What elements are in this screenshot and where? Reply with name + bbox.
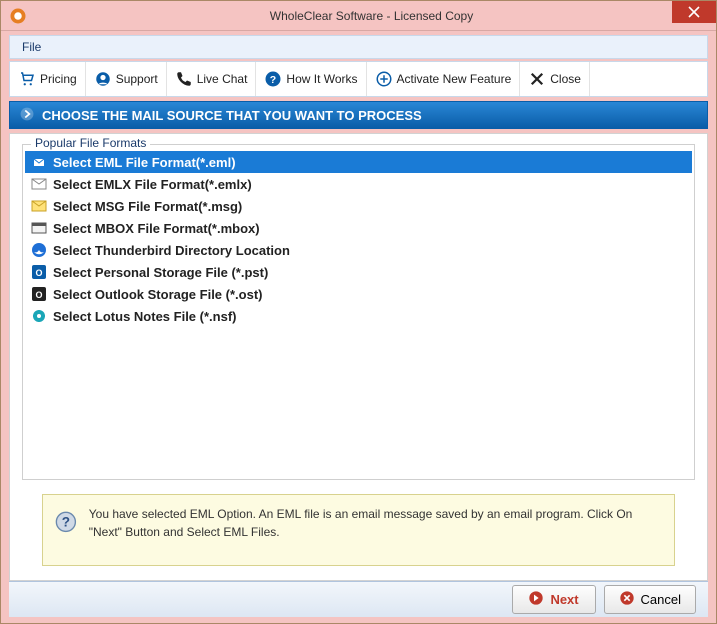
toolbar: Pricing Support Live Chat ? How It Works… [9, 61, 708, 97]
next-arrow-icon [528, 590, 544, 609]
support-label: Support [116, 72, 158, 86]
info-box: ? You have selected EML Option. An EML f… [42, 494, 675, 566]
fieldset-legend: Popular File Formats [31, 136, 150, 150]
pst-icon: O [31, 264, 47, 280]
howitworks-label: How It Works [286, 72, 357, 86]
svg-text:?: ? [62, 515, 70, 530]
x-icon [528, 70, 546, 88]
cancel-button[interactable]: Cancel [604, 585, 696, 614]
format-option[interactable]: Select Lotus Notes File (*.nsf) [25, 305, 692, 327]
support-button[interactable]: Support [86, 62, 167, 96]
format-option-label: Select EMLX File Format(*.emlx) [53, 177, 252, 192]
emlx-icon [31, 176, 47, 192]
content-panel: Popular File Formats Select EML File For… [9, 133, 708, 581]
format-option-label: Select MBOX File Format(*.mbox) [53, 221, 260, 236]
eml-icon [31, 154, 47, 170]
pricing-label: Pricing [40, 72, 77, 86]
section-header: CHOOSE THE MAIL SOURCE THAT YOU WANT TO … [9, 101, 708, 129]
menu-file[interactable]: File [16, 38, 47, 56]
format-option[interactable]: Select EML File Format(*.eml) [25, 151, 692, 173]
menubar: File [9, 35, 708, 59]
livechat-label: Live Chat [197, 72, 248, 86]
format-option[interactable]: O Select Personal Storage File (*.pst) [25, 261, 692, 283]
format-option-label: Select EML File Format(*.eml) [53, 155, 236, 170]
format-option-label: Select Thunderbird Directory Location [53, 243, 290, 258]
section-header-text: CHOOSE THE MAIL SOURCE THAT YOU WANT TO … [42, 108, 422, 123]
arrow-right-icon [20, 107, 34, 124]
info-question-icon: ? [55, 511, 77, 539]
pricing-button[interactable]: Pricing [10, 62, 86, 96]
svg-text:O: O [35, 290, 42, 300]
info-text: You have selected EML Option. An EML fil… [89, 505, 662, 541]
format-option-label: Select Outlook Storage File (*.ost) [53, 287, 262, 302]
window-close-button[interactable] [672, 1, 716, 23]
plus-circle-icon [375, 70, 393, 88]
activate-button[interactable]: Activate New Feature [367, 62, 521, 96]
svg-text:O: O [35, 268, 42, 278]
howitworks-button[interactable]: ? How It Works [256, 62, 366, 96]
format-option-list: Select EML File Format(*.eml) Select EMLX… [25, 151, 692, 327]
activate-label: Activate New Feature [397, 72, 512, 86]
format-option[interactable]: Select EMLX File Format(*.emlx) [25, 173, 692, 195]
msg-icon [31, 198, 47, 214]
ost-icon: O [31, 286, 47, 302]
footer-bar: Next Cancel [9, 581, 708, 617]
format-option[interactable]: Select MSG File Format(*.msg) [25, 195, 692, 217]
close-icon [688, 6, 700, 18]
next-label: Next [550, 592, 578, 607]
toolbar-close-label: Close [550, 72, 581, 86]
thunderbird-icon [31, 242, 47, 258]
svg-text:?: ? [270, 74, 276, 86]
cancel-icon [619, 590, 635, 609]
cancel-label: Cancel [641, 592, 681, 607]
format-option[interactable]: Select MBOX File Format(*.mbox) [25, 217, 692, 239]
livechat-button[interactable]: Live Chat [167, 62, 257, 96]
question-icon: ? [264, 70, 282, 88]
file-formats-fieldset: Popular File Formats Select EML File For… [22, 144, 695, 480]
toolbar-close-button[interactable]: Close [520, 62, 590, 96]
headset-icon [94, 70, 112, 88]
window-title: WholeClear Software - Licensed Copy [27, 9, 716, 23]
next-button[interactable]: Next [512, 585, 596, 614]
cart-icon [18, 70, 36, 88]
phone-icon [175, 70, 193, 88]
format-option-label: Select Personal Storage File (*.pst) [53, 265, 268, 280]
format-option[interactable]: O Select Outlook Storage File (*.ost) [25, 283, 692, 305]
format-option-label: Select MSG File Format(*.msg) [53, 199, 242, 214]
format-option[interactable]: Select Thunderbird Directory Location [25, 239, 692, 261]
titlebar: WholeClear Software - Licensed Copy [1, 1, 716, 31]
mbox-icon [31, 220, 47, 236]
format-option-label: Select Lotus Notes File (*.nsf) [53, 309, 236, 324]
nsf-icon [31, 308, 47, 324]
app-icon [9, 7, 27, 25]
app-window: WholeClear Software - Licensed Copy File… [0, 0, 717, 624]
